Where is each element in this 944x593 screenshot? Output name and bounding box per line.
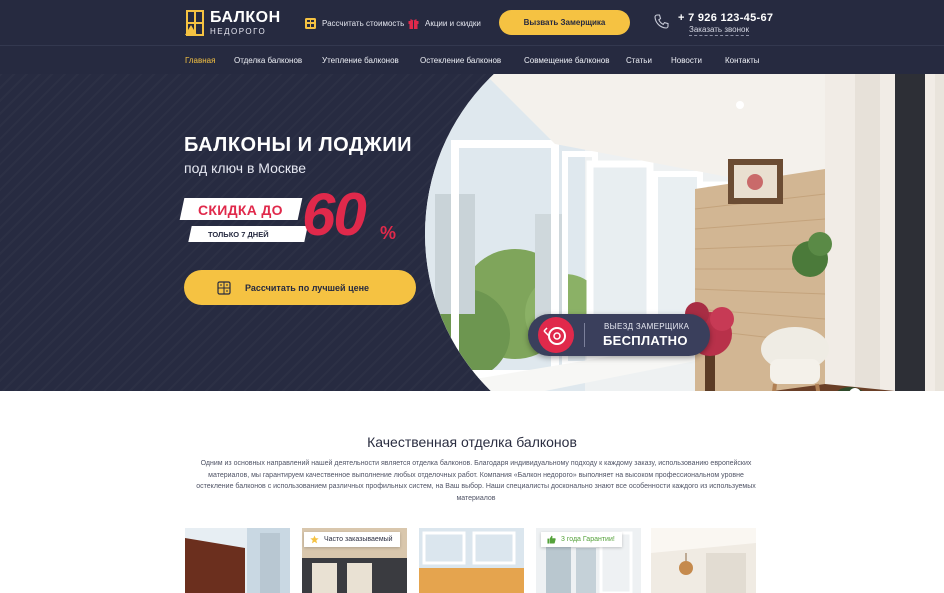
promo-link[interactable]: Акции и скидки (408, 18, 481, 29)
card-image (651, 528, 756, 593)
service-card[interactable] (185, 528, 290, 593)
hero-banner: БАЛКОНЫ И ЛОДЖИИ под ключ в Москве СКИДК… (0, 74, 944, 391)
nav-item-news[interactable]: Новости (671, 56, 702, 65)
discount-unit: % (380, 223, 397, 243)
logo-title: БАЛКОН (210, 9, 281, 26)
service-card[interactable] (419, 528, 524, 593)
call-measurer-button[interactable]: Вызвать Замерщика (499, 10, 630, 35)
card-image (185, 528, 290, 593)
service-card[interactable] (651, 528, 756, 593)
nav-item-glazing[interactable]: Остекление балконов (420, 56, 501, 65)
free-badge-line2: БЕСПЛАТНО (603, 333, 688, 348)
calc-cost-link[interactable]: Рассчитать стоимость (305, 18, 404, 29)
discount-promo: СКИДКА ДО ТОЛЬКО 7 ДНЕЙ 60 % (179, 181, 422, 250)
promo-label: Акции и скидки (425, 19, 481, 28)
thumbs-up-icon (547, 535, 556, 544)
star-icon (310, 535, 319, 544)
popular-badge: Часто заказываемый (304, 532, 400, 547)
phone-icon (654, 14, 669, 29)
section-description: Одним из основных направлений нашей деят… (196, 460, 756, 502)
free-badge-line1: ВЫЕЗД ЗАМЕРЩИКА (604, 322, 690, 331)
phone-number[interactable]: + 7 926 123-45-67 (678, 12, 773, 24)
free-badge-divider (584, 323, 585, 347)
nav-item-articles[interactable]: Статьи (626, 56, 652, 65)
warranty-badge: 3 года Гарантии! (541, 532, 622, 547)
discount-note: ТОЛЬКО 7 ДНЕЙ (208, 230, 269, 239)
warranty-badge-label: 3 года Гарантии! (561, 536, 615, 543)
free-badge-circle (538, 317, 574, 353)
calculate-best-price-label: Рассчитать по лучшей цене (245, 282, 370, 293)
nav-item-insulation[interactable]: Утепление балконов (322, 56, 399, 65)
top-header: БАЛКОН НЕДОРОГО Рассчитать стоимость Акц… (0, 0, 944, 46)
order-call-link[interactable]: Заказать звонок (689, 25, 749, 36)
calculator-icon (217, 280, 231, 295)
logo[interactable]: БАЛКОН НЕДОРОГО (185, 9, 281, 37)
discount-label: СКИДКА ДО (198, 202, 283, 218)
logo-icon (185, 10, 204, 36)
calc-cost-label: Рассчитать стоимость (322, 19, 405, 28)
calculator-icon (305, 18, 316, 29)
gift-icon (408, 19, 419, 29)
nav-item-home[interactable]: Главная (185, 56, 215, 65)
nav-item-finishing[interactable]: Отделка балконов (234, 56, 302, 65)
free-measurement-badge: ВЫЕЗД ЗАМЕРЩИКА БЕСПЛАТНО (528, 314, 710, 356)
tape-measure-icon (543, 327, 566, 345)
nav-item-contacts[interactable]: Контакты (725, 56, 760, 65)
main-nav: Главная Отделка балконов Утепление балко… (0, 46, 944, 74)
hero-title: БАЛКОНЫ И ЛОДЖИИ (184, 134, 413, 156)
section-title: Качественная отделка балконов (367, 434, 577, 450)
hero-subtitle: под ключ в Москве (184, 160, 307, 176)
card-image (419, 528, 524, 593)
calculate-best-price-button[interactable]: Рассчитать по лучшей цене (184, 270, 416, 305)
nav-item-combining[interactable]: Совмещение балконов (524, 56, 610, 65)
popular-badge-label: Часто заказываемый (324, 536, 393, 543)
discount-value: 60 (302, 181, 367, 248)
logo-subtitle: НЕДОРОГО (210, 27, 267, 36)
